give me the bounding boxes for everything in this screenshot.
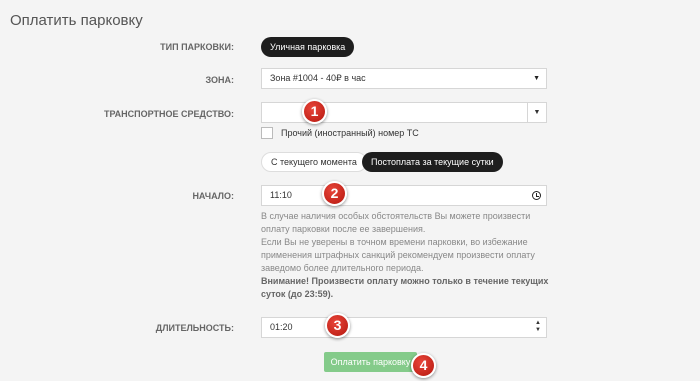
- start-time-input[interactable]: 11:10: [261, 185, 547, 206]
- step-marker-4: 4: [411, 353, 436, 378]
- step-marker-2: 2: [322, 181, 347, 206]
- foreign-plate-checkbox[interactable]: [261, 127, 273, 139]
- duration-label: ДЛИТЕЛЬНОСТЬ:: [155, 323, 234, 333]
- parking-type-button[interactable]: Уличная парковка: [261, 37, 355, 57]
- stepper-down-icon[interactable]: ▼: [535, 327, 541, 334]
- help-warning: Внимание! Произвести оплату можно только…: [261, 276, 549, 299]
- zone-value: Зона #1004 - 40₽ в час: [270, 73, 366, 83]
- parking-type-label: ТИП ПАРКОВКИ:: [160, 42, 234, 52]
- pay-parking-button[interactable]: Оплатить парковку: [324, 352, 417, 372]
- foreign-plate-label: Прочий (иностранный) номер ТС: [281, 128, 419, 138]
- duration-value: 01:20: [270, 322, 293, 332]
- zone-label: ЗОНА:: [205, 75, 234, 85]
- duration-stepper[interactable]: ▲ ▼: [535, 320, 541, 334]
- chevron-down-icon: ▼: [533, 75, 540, 82]
- from-now-button[interactable]: С текущего момента: [261, 152, 367, 172]
- clock-icon[interactable]: [532, 191, 541, 200]
- start-time-value: 11:10: [270, 190, 292, 200]
- help-line-1: В случае наличия особых обстоятельств Вы…: [261, 211, 531, 234]
- vehicle-label: ТРАНСПОРТНОЕ СРЕДСТВО:: [103, 109, 234, 119]
- duration-input[interactable]: 01:20 ▲ ▼: [261, 317, 547, 338]
- help-line-2: Если Вы не уверены в точном времени парк…: [261, 237, 535, 273]
- help-text: В случае наличия особых обстоятельств Вы…: [261, 210, 556, 301]
- zone-select[interactable]: Зона #1004 - 40₽ в час ▼: [261, 68, 547, 89]
- step-marker-3: 3: [325, 313, 350, 338]
- step-marker-1: 1: [302, 99, 327, 124]
- start-label: НАЧАЛО:: [192, 191, 234, 201]
- postpay-button[interactable]: Постоплата за текущие сутки: [362, 152, 503, 172]
- page-title: Оплатить парковку: [10, 12, 143, 29]
- stepper-up-icon[interactable]: ▲: [535, 320, 541, 327]
- chevron-down-icon[interactable]: ▼: [527, 103, 546, 122]
